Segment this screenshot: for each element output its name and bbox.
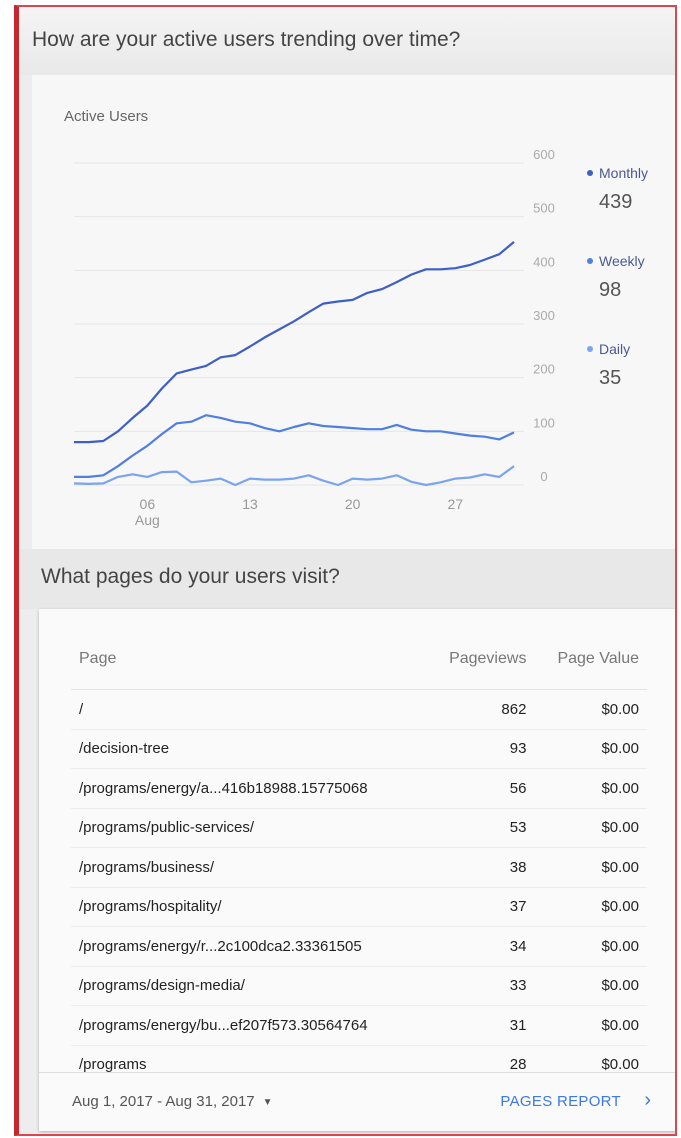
column-header-page-value[interactable]: Page Value bbox=[534, 629, 647, 690]
legend-item-daily[interactable]: Daily 35 bbox=[585, 341, 675, 429]
pageviews-cell: 93 bbox=[413, 729, 535, 769]
page-cell: /programs/energy/bu...ef207f573.30564764 bbox=[71, 1005, 414, 1046]
y-tick-label: 500 bbox=[533, 201, 555, 216]
page-value-cell: $0.00 bbox=[534, 808, 647, 848]
page-cell: / bbox=[71, 689, 414, 730]
page-value-cell: $0.00 bbox=[534, 1005, 647, 1046]
legend-item-monthly[interactable]: Monthly 439 bbox=[585, 165, 675, 253]
page-value-cell: $0.00 bbox=[534, 966, 647, 1006]
table-row[interactable]: /programs/business/38 $0.00 bbox=[71, 847, 647, 888]
date-range-label: Aug 1, 2017 - Aug 31, 2017 bbox=[72, 1093, 255, 1110]
table-row[interactable]: /programs/energy/r...2c100dca2.33361505 3… bbox=[71, 926, 647, 967]
y-tick-label: 200 bbox=[533, 362, 555, 377]
x-tick-label: 06 bbox=[140, 496, 156, 512]
dashboard-frame: How are your active users trending over … bbox=[14, 5, 677, 1136]
y-tick-label: 100 bbox=[533, 415, 555, 430]
legend-label: Weekly bbox=[599, 253, 645, 269]
pageviews-cell: 862 bbox=[413, 689, 535, 730]
x-tick-label: 20 bbox=[345, 496, 361, 512]
page-cell: /programs/public-services/ bbox=[71, 808, 414, 848]
pageviews-cell: 34 bbox=[413, 926, 535, 967]
chart-legend: Monthly 439 Weekly 98 Daily 35 bbox=[585, 165, 675, 429]
pageviews-cell: 31 bbox=[413, 1005, 535, 1046]
pages-card: Page Pageviews Page Value /862 $0.00/deci… bbox=[39, 609, 675, 1131]
legend-dot-weekly bbox=[587, 258, 593, 264]
page-cell: /decision-tree bbox=[71, 729, 414, 769]
card-footer: Aug 1, 2017 - Aug 31, 2017 ▼ PAGES REPORT… bbox=[39, 1072, 675, 1131]
pages-report-link[interactable]: PAGES REPORT bbox=[500, 1093, 621, 1110]
pageviews-cell: 53 bbox=[413, 808, 535, 848]
table-row[interactable]: /862 $0.00 bbox=[71, 689, 647, 730]
legend-item-weekly[interactable]: Weekly 98 bbox=[585, 253, 675, 341]
y-tick-label: 0 bbox=[540, 469, 547, 484]
table-body: /862 $0.00/decision-tree 93 $0.00/programs/… bbox=[71, 689, 647, 1085]
page-value-cell: $0.00 bbox=[534, 847, 647, 888]
y-tick-label: 400 bbox=[533, 254, 555, 269]
date-range-selector[interactable]: Aug 1, 2017 - Aug 31, 2017 ▼ bbox=[72, 1093, 273, 1110]
legend-value: 35 bbox=[599, 367, 622, 389]
caret-down-icon: ▼ bbox=[262, 1097, 273, 1108]
table-row[interactable]: /programs/energy/bu...ef207f573.30564764… bbox=[71, 1005, 647, 1046]
page-cell: /programs/business/ bbox=[71, 847, 414, 888]
pageviews-cell: 38 bbox=[413, 847, 535, 888]
legend-value: 98 bbox=[599, 279, 622, 301]
pages-table: Page Pageviews Page Value /862 $0.00/deci… bbox=[71, 629, 647, 1084]
page-value-cell: $0.00 bbox=[534, 887, 647, 927]
legend-label: Monthly bbox=[599, 165, 649, 181]
page-cell: /programs/hospitality/ bbox=[71, 887, 414, 927]
table-row[interactable]: /decision-tree 93 $0.00 bbox=[71, 729, 647, 769]
page-value-cell: $0.00 bbox=[534, 729, 647, 769]
pageviews-cell: 56 bbox=[413, 768, 535, 809]
active-users-chart: 0 100 200 300 400 500 600 06Aug 13 20 27 bbox=[73, 147, 555, 528]
page-cell: /programs/design-media/ bbox=[71, 966, 414, 1006]
table-row[interactable]: /programs/hospitality/37 $0.00 bbox=[71, 887, 647, 927]
section-title-pages: What pages do your users visit? bbox=[41, 565, 340, 588]
table-row[interactable]: /programs/public-services/53 $0.00 bbox=[71, 808, 647, 848]
table-row[interactable]: /programs/design-media/33 $0.00 bbox=[71, 966, 647, 1006]
column-header-page[interactable]: Page bbox=[71, 629, 414, 690]
series-line-monthly bbox=[74, 241, 515, 444]
pageviews-cell: 33 bbox=[413, 966, 535, 1006]
y-tick-label: 300 bbox=[533, 308, 555, 323]
page-value-cell: $0.00 bbox=[534, 768, 647, 809]
page-value-cell: $0.00 bbox=[534, 926, 647, 967]
x-tick-sublabel: Aug bbox=[135, 512, 160, 528]
series-line-weekly bbox=[74, 414, 515, 478]
pageviews-cell: 37 bbox=[413, 887, 535, 927]
column-header-pageviews[interactable]: Pageviews bbox=[413, 629, 535, 690]
chevron-right-icon[interactable]: › bbox=[644, 1089, 651, 1112]
table-header-row: Page Pageviews Page Value bbox=[71, 629, 647, 690]
x-tick-label: 27 bbox=[448, 496, 464, 512]
legend-dot-daily bbox=[587, 346, 593, 352]
legend-label: Daily bbox=[599, 341, 631, 357]
y-tick-label: 600 bbox=[533, 147, 555, 162]
page-cell: /programs/energy/a...416b18988.15775068 bbox=[71, 768, 414, 809]
series-line-daily bbox=[73, 465, 515, 487]
legend-value: 439 bbox=[599, 191, 633, 213]
page-value-cell: $0.00 bbox=[534, 689, 647, 730]
legend-dot-monthly bbox=[587, 170, 593, 176]
x-tick-label: 13 bbox=[242, 496, 258, 512]
section-title-users-trend: How are your active users trending over … bbox=[32, 28, 461, 51]
page-cell: /programs/energy/r...2c100dca2.33361505 bbox=[71, 926, 414, 967]
active-users-chart-card: Active Users 0 100 200 300 400 500 600 06 Aug 13 2… bbox=[32, 75, 675, 549]
table-row[interactable]: /programs/energy/a...416b18988.15775068 5… bbox=[71, 768, 647, 809]
